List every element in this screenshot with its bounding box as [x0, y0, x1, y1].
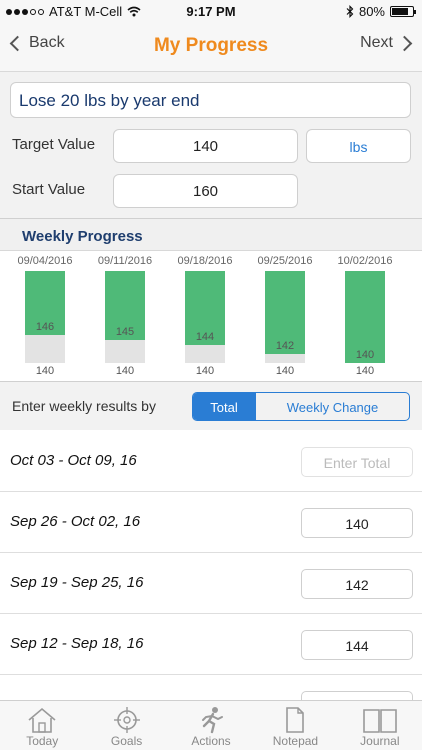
- week-range-label: Sep 12 - Sep 18, 16: [10, 635, 144, 652]
- tab-label: Journal: [360, 734, 400, 748]
- target-icon: [113, 707, 140, 733]
- tab-today[interactable]: Today: [0, 701, 84, 750]
- progress-track: 145: [105, 271, 145, 363]
- tab-bar: Today Goals Actions Notepad Journal: [0, 700, 422, 750]
- next-label: Next: [360, 34, 393, 51]
- results-mode-label: Enter weekly results by: [12, 398, 156, 414]
- results-mode-segmented-control[interactable]: Total Weekly Change: [192, 392, 410, 421]
- target-value-label: Target Value: [12, 136, 96, 153]
- weekly-progress-header: Weekly Progress: [0, 219, 422, 251]
- progress-track: 144: [185, 271, 225, 363]
- running-person-icon: [202, 707, 224, 734]
- week-row: Oct 03 - Oct 09, 16 Enter Total: [0, 431, 422, 492]
- week-value-label: 146: [35, 321, 55, 333]
- week-progress-column: 09/11/2016 145 140: [85, 251, 165, 381]
- segment-total[interactable]: Total: [193, 393, 255, 420]
- week-row: Sep 12 - Sep 18, 16 144: [0, 614, 422, 675]
- week-total-input[interactable]: 142: [301, 569, 413, 599]
- bluetooth-icon: [346, 5, 354, 18]
- week-total-input[interactable]: Enter Total: [301, 447, 413, 477]
- week-target-label: 140: [275, 365, 295, 377]
- week-range-label: Sep 19 - Sep 25, 16: [10, 574, 144, 591]
- week-progress-column: 09/04/2016 146 140: [5, 251, 85, 381]
- tab-goals[interactable]: Goals: [84, 701, 168, 750]
- week-progress-column: 09/25/2016 142 140: [245, 251, 325, 381]
- week-date-label: 09/04/2016: [17, 255, 73, 267]
- chevron-right-icon: [396, 35, 413, 51]
- battery-group: 80%: [346, 4, 416, 19]
- week-row: Sep 26 - Oct 02, 16 140: [0, 492, 422, 553]
- tab-label: Actions: [191, 734, 231, 748]
- week-value-label: 145: [115, 326, 135, 338]
- week-total-input[interactable]: 144: [301, 630, 413, 660]
- progress-track: 146: [25, 271, 65, 363]
- battery-percent: 80%: [358, 4, 385, 19]
- week-range-label: Oct 03 - Oct 09, 16: [10, 452, 137, 469]
- goal-section: Lose 20 lbs by year end Target Value 140…: [0, 72, 422, 218]
- week-date-label: 09/11/2016: [97, 255, 153, 267]
- book-icon: [363, 709, 397, 733]
- tab-actions[interactable]: Actions: [169, 701, 253, 750]
- progress-track: 140: [345, 271, 385, 363]
- note-icon: [286, 707, 305, 733]
- results-mode-section: Enter weekly results by Total Weekly Cha…: [0, 382, 422, 430]
- week-date-label: 09/18/2016: [177, 255, 233, 267]
- navigation-bar: Back My Progress Next: [0, 22, 422, 72]
- week-value-label: 142: [275, 340, 295, 352]
- next-button[interactable]: Next: [360, 34, 414, 52]
- week-value-label: 144: [195, 331, 215, 343]
- week-value-label: 140: [355, 349, 375, 361]
- week-target-label: 140: [195, 365, 215, 377]
- week-progress-column: 10/02/2016 140 140: [325, 251, 405, 381]
- week-range-label: Sep 26 - Oct 02, 16: [10, 513, 141, 530]
- week-progress-column: 09/18/2016 144 140: [165, 251, 245, 381]
- target-value-field[interactable]: 140: [113, 129, 298, 163]
- house-icon: [28, 707, 56, 733]
- week-target-label: 140: [35, 365, 55, 377]
- start-value-field[interactable]: 160: [113, 174, 298, 208]
- week-date-label: 10/02/2016: [337, 255, 393, 267]
- start-value-label: Start Value: [12, 181, 86, 198]
- segment-weekly-change[interactable]: Weekly Change: [255, 393, 409, 420]
- week-date-label: 09/25/2016: [257, 255, 313, 267]
- unit-button[interactable]: lbs: [306, 129, 411, 163]
- tab-journal[interactable]: Journal: [338, 701, 422, 750]
- tab-label: Notepad: [272, 734, 319, 748]
- progress-track: 142: [265, 271, 305, 363]
- weekly-progress-panel: Weekly Progress 09/04/2016 146 140 09/11/20…: [0, 218, 422, 382]
- week-row: Sep 19 - Sep 25, 16 142: [0, 553, 422, 614]
- week-total-input[interactable]: 140: [301, 508, 413, 538]
- status-bar: AT&T M-Cell 9:17 PM 80%: [0, 0, 422, 22]
- week-target-label: 140: [355, 365, 375, 377]
- week-row-partial: [0, 675, 422, 705]
- battery-icon: [390, 6, 416, 17]
- tab-label: Today: [26, 734, 59, 748]
- goal-name-field[interactable]: Lose 20 lbs by year end: [10, 82, 411, 118]
- tab-label: Goals: [110, 734, 143, 748]
- weekly-progress-title: Weekly Progress: [22, 228, 143, 245]
- week-target-label: 140: [115, 365, 135, 377]
- page-title: My Progress: [153, 35, 269, 56]
- tab-notepad[interactable]: Notepad: [253, 701, 337, 750]
